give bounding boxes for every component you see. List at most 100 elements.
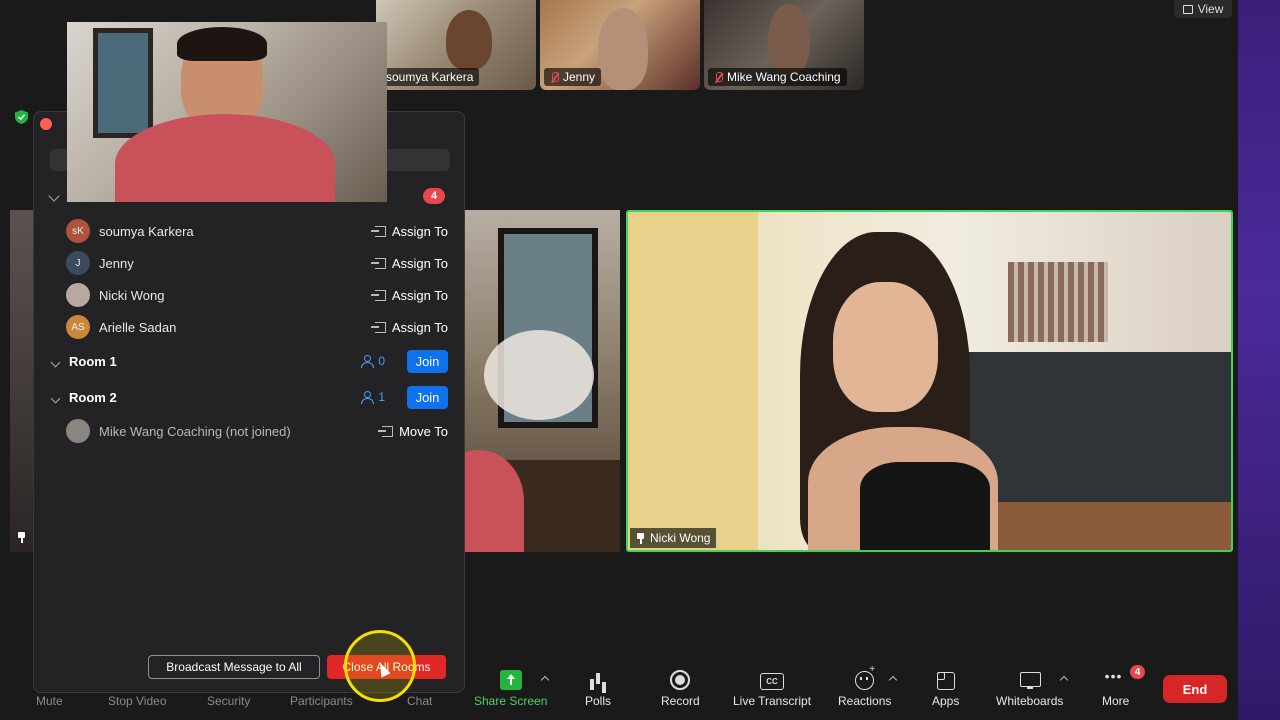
active-speaker-video[interactable]: Nicki Wong: [626, 210, 1233, 552]
list-item: AS Arielle Sadan Assign To: [66, 314, 448, 340]
apps-button[interactable]: Apps: [932, 661, 959, 720]
pin-icon: [636, 532, 645, 544]
list-item: Mike Wang Coaching (not joined) Move To: [66, 418, 448, 444]
participant-name-tag: Nicki Wong: [630, 528, 717, 548]
join-room-button[interactable]: Join: [407, 349, 448, 373]
room-participant-count: 0: [361, 354, 385, 368]
share-screen-button[interactable]: Share Screen: [474, 661, 547, 720]
mute-label: Mute: [36, 694, 63, 708]
reactions-label: Reactions: [838, 694, 892, 708]
whiteboards-button[interactable]: Whiteboards: [996, 661, 1063, 720]
chevron-down-icon[interactable]: [50, 393, 61, 403]
chevron-down-icon[interactable]: [50, 357, 61, 367]
close-window-button[interactable]: [40, 118, 52, 130]
join-room-button[interactable]: Join: [407, 385, 448, 409]
assign-to-button[interactable]: Assign To: [370, 288, 448, 303]
avatar: sK: [66, 219, 90, 243]
partial-video-tile: [10, 210, 34, 552]
view-button[interactable]: View: [1174, 0, 1232, 18]
end-meeting-button[interactable]: End: [1163, 675, 1227, 703]
encryption-shield-icon: [15, 110, 28, 124]
avatar: AS: [66, 315, 90, 339]
assign-to-button[interactable]: Assign To: [370, 319, 448, 335]
participant-name: Arielle Sadan: [99, 319, 177, 335]
room-name: Room 1: [69, 353, 117, 369]
record-label: Record: [661, 694, 700, 708]
live-transcript-button[interactable]: CC Live Transcript: [733, 661, 811, 720]
room-row-2[interactable]: Room 2 1 Join: [50, 385, 448, 409]
move-to-button[interactable]: Move To: [378, 423, 448, 439]
more-dots-icon: [1105, 668, 1127, 690]
bed-frame: [958, 502, 1231, 550]
assign-to-label: Assign To: [391, 223, 448, 239]
assign-to-button[interactable]: Assign To: [370, 223, 448, 239]
reactions-icon: [855, 664, 875, 690]
participant-video-tile[interactable]: [464, 210, 620, 552]
whiteboard-icon: [1019, 670, 1041, 690]
participant-name: Jenny: [99, 255, 134, 271]
more-label: More: [1102, 694, 1130, 708]
list-item: sK soumya Karkera Assign To: [66, 218, 448, 244]
self-view-hair: [177, 27, 267, 61]
closed-caption-icon: CC: [760, 673, 785, 690]
whiteboards-label: Whiteboards: [996, 694, 1064, 708]
speaker-top: [860, 462, 990, 550]
participant-thumbnail[interactable]: Jenny: [540, 0, 700, 90]
mic-muted-icon: [714, 71, 723, 83]
chat-label: Chat: [407, 694, 433, 708]
desktop-background: [1238, 0, 1280, 720]
more-button[interactable]: More: [1102, 661, 1129, 720]
polls-button[interactable]: Polls: [585, 661, 611, 720]
person-icon: [361, 391, 375, 404]
speaker-face: [833, 282, 938, 412]
wall-painting: [93, 28, 153, 138]
self-view-video[interactable]: [67, 22, 387, 202]
participant-video-figure: [768, 4, 810, 74]
participant-name: Nicki Wong: [99, 287, 165, 303]
notification-badge: 4: [1130, 665, 1145, 679]
move-to-label: Move To: [399, 423, 448, 439]
mic-muted-icon: [550, 71, 559, 83]
list-item: J Jenny Assign To: [66, 250, 448, 276]
participant-name: Nicki Wong: [650, 531, 711, 545]
participant-name: Mike Wang Coaching (not joined): [99, 423, 291, 439]
enter-arrow-icon: [378, 425, 394, 437]
gallery-grid-icon: [1182, 4, 1193, 14]
bed: [958, 352, 1231, 502]
participant-name: Mike Wang Coaching: [727, 70, 841, 84]
orchid-plant: [484, 330, 594, 420]
record-button[interactable]: Record: [661, 661, 700, 720]
participant-video-figure: [446, 10, 492, 70]
enter-arrow-icon: [370, 289, 386, 301]
broadcast-message-button[interactable]: Broadcast Message to All: [148, 655, 320, 679]
room-row-1[interactable]: Room 1 0 Join: [50, 349, 448, 373]
participant-name: soumya Karkera: [386, 70, 474, 84]
participant-video-figure: [598, 8, 648, 90]
apps-icon: [935, 670, 957, 690]
avatar: [66, 419, 90, 443]
meeting-window: View soumya Karkera Jenny Mike Wang Coac…: [0, 0, 1238, 720]
room-name: Room 2: [69, 389, 117, 405]
participants-label: Participants: [290, 694, 353, 708]
stop-video-label: Stop Video: [108, 694, 167, 708]
wall-yellow: [628, 212, 758, 550]
unassigned-count-badge: 4: [423, 188, 445, 204]
participant-thumbnail[interactable]: Mike Wang Coaching: [704, 0, 864, 90]
reactions-button[interactable]: Reactions: [838, 661, 891, 720]
panel-footer: Broadcast Message to All Close All Rooms: [148, 655, 446, 679]
chevron-down-icon[interactable]: [48, 190, 60, 202]
security-label: Security: [207, 694, 251, 708]
room-count-value: 0: [378, 354, 385, 368]
enter-arrow-icon: [370, 321, 386, 333]
participant-thumbnail[interactable]: soumya Karkera: [376, 0, 536, 90]
avatar: [66, 283, 90, 307]
participant-name: Jenny: [563, 70, 596, 84]
participant-name-tag: Mike Wang Coaching: [708, 68, 847, 86]
view-button-label: View: [1197, 2, 1224, 16]
participant-name-tag: soumya Karkera: [380, 68, 480, 86]
enter-arrow-icon: [370, 225, 386, 237]
assign-to-button[interactable]: Assign To: [370, 256, 448, 271]
participant-name: soumya Karkera: [99, 223, 194, 239]
assign-to-label: Assign To: [391, 319, 448, 335]
apps-label: Apps: [932, 694, 960, 708]
